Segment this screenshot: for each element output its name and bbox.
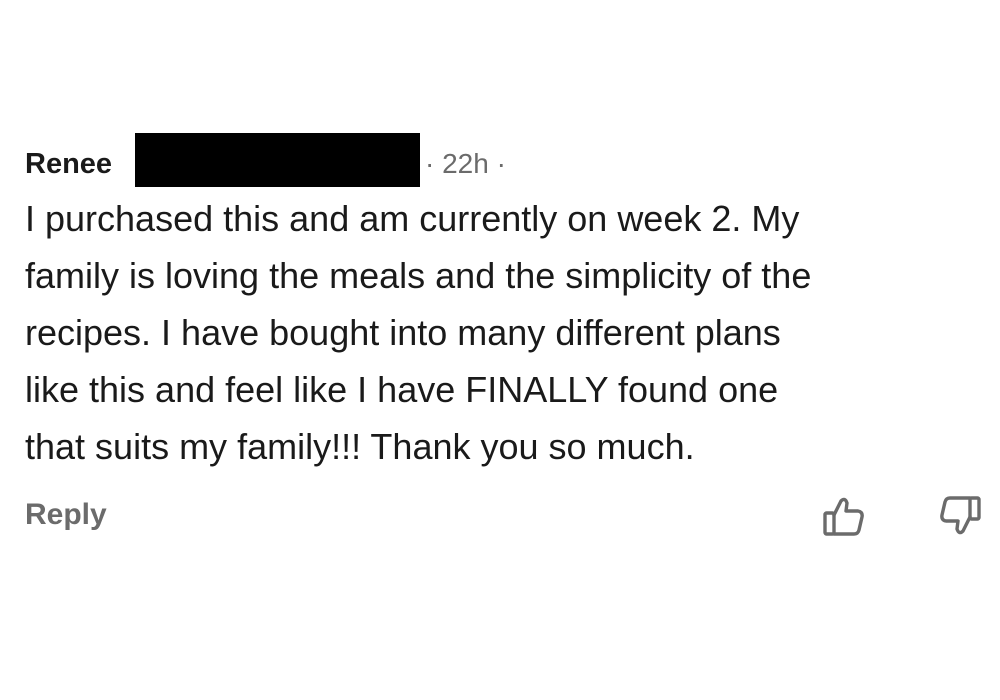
- author-name[interactable]: Renee: [25, 148, 112, 180]
- downvote-button[interactable]: [937, 493, 983, 539]
- comment-meta: · 22h ·: [425, 148, 506, 180]
- comment-actions: Reply: [25, 493, 990, 543]
- meta-separator-left: ·: [425, 148, 435, 179]
- upvote-button[interactable]: [821, 493, 867, 539]
- timestamp: 22h: [442, 148, 489, 179]
- comment: Renee · 22h · I purchased this and am cu…: [25, 128, 990, 536]
- redacted-name-block: [135, 133, 420, 187]
- more-options-dot[interactable]: ·: [497, 148, 506, 179]
- reply-button[interactable]: Reply: [25, 498, 107, 532]
- thumbs-down-icon: [937, 493, 983, 539]
- comment-header: Renee · 22h ·: [25, 128, 990, 190]
- thumbs-up-icon: [821, 493, 867, 539]
- comment-body: I purchased this and am currently on wee…: [25, 198, 812, 467]
